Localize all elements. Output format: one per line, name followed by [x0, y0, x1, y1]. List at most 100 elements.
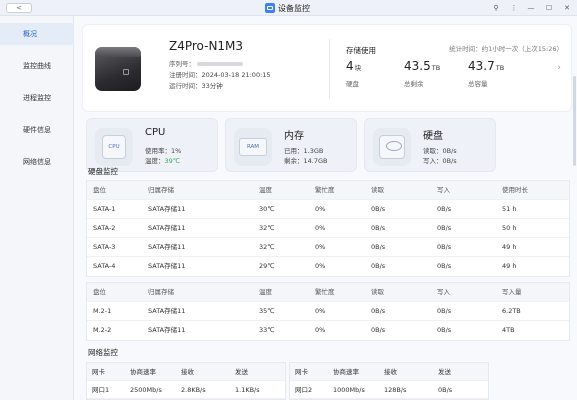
col-read: 读取 — [371, 186, 384, 194]
table-row: 网口1 2500Mb/s 2.8KB/s 1.1KB/s — [87, 381, 285, 399]
stat-remaining-label: 总剩余 — [404, 80, 424, 88]
uptime: 运行时间：33分钟 — [169, 80, 223, 90]
cell-write: 0B/s — [437, 205, 452, 213]
register-time: 注册时间：2024-03-18 21:00:15 — [169, 69, 271, 79]
disk-icon — [373, 128, 411, 166]
network-monitor-title: 网络监控 — [88, 348, 118, 357]
cpu-usage: 使用率：1% — [145, 145, 181, 155]
sata-table: 盘位 归属存储 温度 繁忙度 读取 写入 使用时长 SATA-1 SATA存储1… — [86, 180, 570, 277]
cell-write: 0B/s — [437, 307, 452, 315]
cpu-card[interactable]: CPU CPU 使用率：1% 温度：39℃ — [86, 118, 218, 172]
network-table-1: 网卡 协商速率 接收 发送 网口1 2500Mb/s 2.8KB/s 1.1KB… — [86, 362, 286, 400]
cell-temp: 35℃ — [259, 307, 275, 315]
table-header-row: 网卡 协商速率 接收 发送 — [87, 363, 285, 381]
close-button[interactable]: ✕ — [560, 2, 574, 14]
serial-label: 序列号： — [169, 60, 195, 68]
sidebar-item-network-info[interactable]: 网络信息 — [0, 151, 74, 173]
cpu-chip-text: CPU — [102, 135, 126, 159]
memory-free-value: 14.7GB — [303, 157, 328, 165]
cell-hours: 50 h — [502, 224, 517, 232]
col-temp: 温度 — [259, 186, 272, 194]
cell-storage: SATA存储11 — [148, 262, 186, 270]
col-busy: 繁忙度 — [315, 288, 335, 296]
disk-monitor-title: 硬盘监控 — [88, 167, 118, 176]
cpu-icon: CPU — [95, 128, 133, 166]
sidebar-item-overview[interactable]: 概况 — [0, 23, 74, 45]
cell-temp: 32℃ — [259, 243, 275, 251]
back-icon: < — [16, 3, 22, 12]
cell-busy: 0% — [315, 224, 326, 232]
chevron-right-icon[interactable]: › — [557, 63, 561, 73]
serial-number: 序列号： — [169, 58, 243, 68]
cell-nic: 网口2 — [295, 386, 313, 394]
cpu-usage-value: 1% — [171, 147, 182, 155]
network-table-2: 网卡 协商速率 接收 发送 网口2 1000Mb/s 128B/s 0B/s — [289, 362, 489, 400]
maximize-button[interactable]: ☐ — [542, 2, 556, 14]
table-header-row: 盘位 归属存储 温度 繁忙度 读取 写入 使用时长 — [87, 181, 569, 200]
app-title-text: 设备监控 — [278, 3, 310, 13]
cell-busy: 0% — [315, 243, 326, 251]
cell-temp: 32℃ — [259, 224, 275, 232]
register-value: 2024-03-18 21:00:15 — [201, 71, 271, 79]
disk-read: 读取：0B/s — [423, 145, 457, 155]
stat-remaining-unit: TB — [431, 64, 441, 72]
sidebar-item-monitor-curves[interactable]: 监控曲线 — [0, 55, 74, 77]
stat-disks: 4块 硬盘 — [346, 59, 361, 88]
stat-remaining: 43.5TB 总剩余 — [404, 59, 440, 88]
col-nic: 网卡 — [295, 368, 308, 376]
cell-slot: M.2-1 — [93, 307, 112, 315]
cpu-usage-label: 使用率： — [145, 147, 171, 155]
col-slot: 盘位 — [93, 288, 106, 296]
cell-speed: 2500Mb/s — [130, 386, 162, 394]
col-read: 读取 — [371, 288, 384, 296]
col-rx: 接收 — [384, 368, 397, 376]
stat-disks-label: 硬盘 — [346, 80, 359, 88]
memory-card[interactable]: RAM 内存 已用：1.3GB 剩余：14.7GB — [225, 118, 357, 172]
col-busy: 繁忙度 — [315, 186, 335, 194]
col-rx: 接收 — [181, 368, 194, 376]
cpu-temp: 温度：39℃ — [145, 155, 180, 165]
cell-temp: 30℃ — [259, 205, 275, 213]
search-icon[interactable]: ⚲ — [489, 2, 503, 14]
table-row: SATA-2 SATA存储11 32℃ 0% 0B/s 0B/s 50 h — [87, 219, 569, 238]
storage-title: 存储使用 — [346, 46, 376, 55]
device-summary-card[interactable]: Z4Pro-N1M3 序列号： 注册时间：2024-03-18 21:00:15… — [82, 24, 572, 112]
table-row: M.2-2 SATA存储11 33℃ 0% 0B/s 0B/s 4TB — [87, 321, 569, 340]
sidebar-item-hardware-info[interactable]: 硬件信息 — [0, 119, 74, 141]
cell-busy: 0% — [315, 307, 326, 315]
col-tx: 发送 — [235, 368, 248, 376]
disk-title: 硬盘 — [423, 131, 443, 142]
cell-rx: 2.8KB/s — [181, 386, 206, 394]
scrollbar[interactable] — [573, 76, 576, 166]
col-slot: 盘位 — [93, 186, 106, 194]
col-tx: 发送 — [438, 368, 451, 376]
more-options-icon[interactable]: ⋮ — [507, 2, 521, 14]
device-image — [93, 43, 147, 95]
stat-capacity: 43.7TB 总容量 — [468, 59, 504, 88]
col-written: 写入量 — [502, 288, 522, 296]
cell-write: 0B/s — [437, 326, 452, 334]
cell-storage: SATA存储11 — [148, 307, 186, 315]
m2-table: 盘位 归属存储 温度 繁忙度 读取 写入 写入量 M.2-1 SATA存储11 … — [86, 282, 570, 341]
col-speed: 协商速率 — [333, 368, 359, 376]
col-speed: 协商速率 — [130, 368, 156, 376]
cell-nic: 网口1 — [92, 386, 110, 394]
back-button[interactable]: < — [6, 3, 32, 13]
memory-used: 已用：1.3GB — [284, 145, 323, 155]
cell-storage: SATA存储11 — [148, 224, 186, 232]
table-row: 网口2 1000Mb/s 128B/s 0B/s — [290, 381, 488, 399]
cell-slot: M.2-2 — [93, 326, 112, 334]
stat-time: 统计时间：约1小时一次（上次15:26） — [449, 45, 563, 53]
sidebar-item-process-monitor[interactable]: 进程监控 — [0, 87, 74, 109]
memory-icon: RAM — [234, 128, 272, 166]
minimize-button[interactable]: — — [524, 2, 538, 14]
cell-read: 0B/s — [371, 224, 386, 232]
disk-card[interactable]: 硬盘 读取：0B/s 写入：0B/s — [364, 118, 496, 172]
stat-capacity-value: 43.7 — [468, 59, 495, 73]
stat-disks-value: 4 — [346, 59, 354, 73]
cell-hours: 49 h — [502, 262, 517, 270]
col-storage: 归属存储 — [148, 186, 174, 194]
cell-temp: 33℃ — [259, 326, 275, 334]
disk-read-label: 读取： — [423, 147, 443, 155]
cell-written: 4TB — [502, 326, 515, 334]
